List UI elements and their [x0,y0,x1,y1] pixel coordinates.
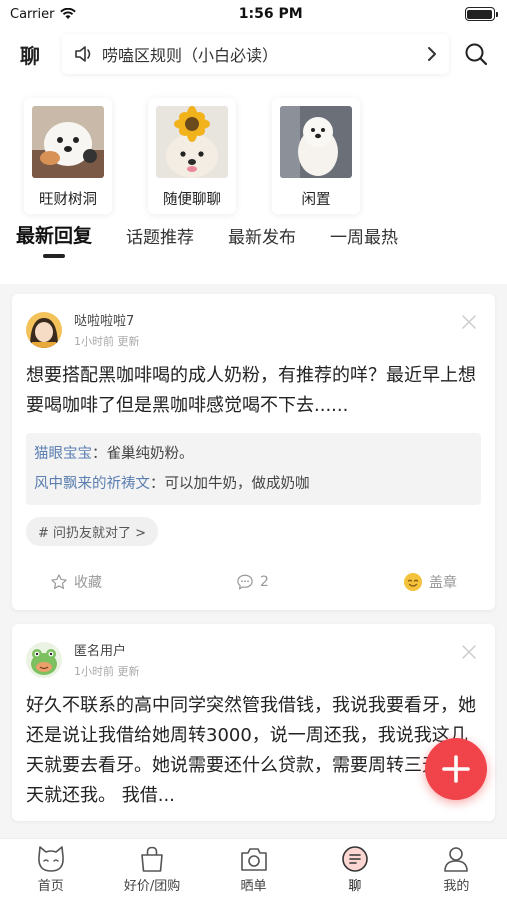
nav-label: 我的 [443,879,470,894]
tab-latest-reply[interactable]: 最新回复 [16,221,92,258]
shopping-bag-icon [141,846,163,872]
header: 聊 唠嗑区规则（小白必读） [0,28,507,80]
person-icon [444,847,469,872]
board-label: 闲置 [301,192,331,208]
cat-face-icon [37,846,64,872]
author-row: 哒啦啦啦7 1小时前 更新 [26,310,481,349]
dog-with-sunflower-photo [156,106,228,178]
feed-tabs: 最新回复 话题推荐 最新发布 一周最热 [0,210,507,258]
star-icon [51,574,67,589]
wifi-icon [60,8,77,19]
favorite-label: 收藏 [74,575,102,591]
author-row: 匿名用户 1小时前 更新 [26,640,481,679]
stamp-icon [403,573,422,591]
commenter-name[interactable]: 风中飘来的祈祷文 [34,476,150,492]
search-icon [465,43,488,66]
board-wangcai[interactable]: 旺财树洞 [24,98,112,214]
battery-icon [464,7,498,21]
page-title: 聊 [20,43,40,68]
post-actions: 收藏 2 盖章 [26,572,481,600]
comment-button[interactable]: 2 [236,573,269,591]
close-icon[interactable] [461,644,477,660]
post-content[interactable]: 好久不联系的高中同学突然管我借钱，我说我要看牙，她还是说让我借给她周转3000，… [26,691,481,811]
commenter-name[interactable]: 猫眼宝宝 [34,446,92,462]
board-label: 随便聊聊 [163,192,221,208]
camera-icon [240,848,267,871]
nav-deals[interactable]: 好价/团购 [101,839,202,900]
notice-text: 唠嗑区规则（小白必读） [102,46,279,65]
nav-showcase[interactable]: 晒单 [203,839,304,900]
status-time: 1:56 PM [238,6,303,22]
board-label: 旺财树洞 [39,192,97,208]
status-left: Carrier [10,6,77,22]
board-list: 旺财树洞 随便聊聊 闲置 [0,80,507,214]
avatar[interactable] [26,311,62,348]
comment-text: ：雀巢纯奶粉。 [92,446,194,462]
carrier-label: Carrier [10,6,55,22]
author-info: 匿名用户 1小时前 更新 [74,640,140,679]
board-idle[interactable]: 闲置 [272,98,360,214]
comment-line: 猫眼宝宝：雀巢纯奶粉。 [34,439,473,469]
post-content[interactable]: 想要搭配黑咖啡喝的成人奶粉，有推荐的咩？最近早上想要喝咖啡了但是黑咖啡感觉喝不下… [26,361,481,421]
author-info: 哒啦啦啦7 1小时前 更新 [74,310,140,349]
nav-label: 聊 [348,879,362,894]
plus-icon [442,755,470,783]
chevron-right-icon [428,47,436,61]
topic-tag[interactable]: # 问扔友就对了 > [26,517,159,546]
bottom-nav: 首页 好价/团购 晒单 聊 我的 [0,838,507,900]
avatar[interactable] [26,641,62,678]
comment-line: 风中飘来的祈祷文：可以加牛奶，做成奶咖 [34,469,473,499]
add-post-button[interactable] [425,738,487,800]
post-card[interactable]: 哒啦啦啦7 1小时前 更新 想要搭配黑咖啡喝的成人奶粉，有推荐的咩？最近早上想要… [12,294,495,610]
comment-text: ：可以加牛奶，做成奶咖 [150,476,310,492]
post-time: 1小时前 更新 [74,665,140,678]
nav-label: 晒单 [240,879,267,894]
author-name[interactable]: 匿名用户 [74,640,140,659]
nav-label: 首页 [37,879,64,894]
nav-mine[interactable]: 我的 [406,839,507,900]
nav-label: 好价/团购 [123,879,181,894]
speaker-icon [75,46,91,62]
post-card[interactable]: 匿名用户 1小时前 更新 好久不联系的高中同学突然管我借钱，我说我要看牙，她还是… [12,624,495,821]
status-bar: Carrier 1:56 PM [0,0,507,28]
tab-weekly-hot[interactable]: 一周最热 [330,223,398,258]
tab-latest-post[interactable]: 最新发布 [228,223,296,258]
comment-preview[interactable]: 猫眼宝宝：雀巢纯奶粉。 风中飘来的祈祷文：可以加牛奶，做成奶咖 [26,433,481,505]
close-icon[interactable] [461,314,477,330]
fluffy-dog-photo [280,106,352,178]
tab-topic-recommend[interactable]: 话题推荐 [126,223,194,258]
board-chat[interactable]: 随便聊聊 [148,98,236,214]
chat-icon [342,846,368,872]
author-name[interactable]: 哒啦啦啦7 [74,310,140,329]
search-button[interactable] [459,37,493,71]
white-puppy-photo [32,106,104,178]
comment-icon [237,574,253,590]
stamp-button[interactable]: 盖章 [403,572,457,592]
comment-count: 2 [260,574,269,590]
post-time: 1小时前 更新 [74,335,140,348]
stamp-label: 盖章 [428,575,457,591]
nav-home[interactable]: 首页 [0,839,101,900]
nav-chat[interactable]: 聊 [304,839,405,900]
notice-banner[interactable]: 唠嗑区规则（小白必读） [62,34,449,74]
favorite-button[interactable]: 收藏 [50,572,102,592]
